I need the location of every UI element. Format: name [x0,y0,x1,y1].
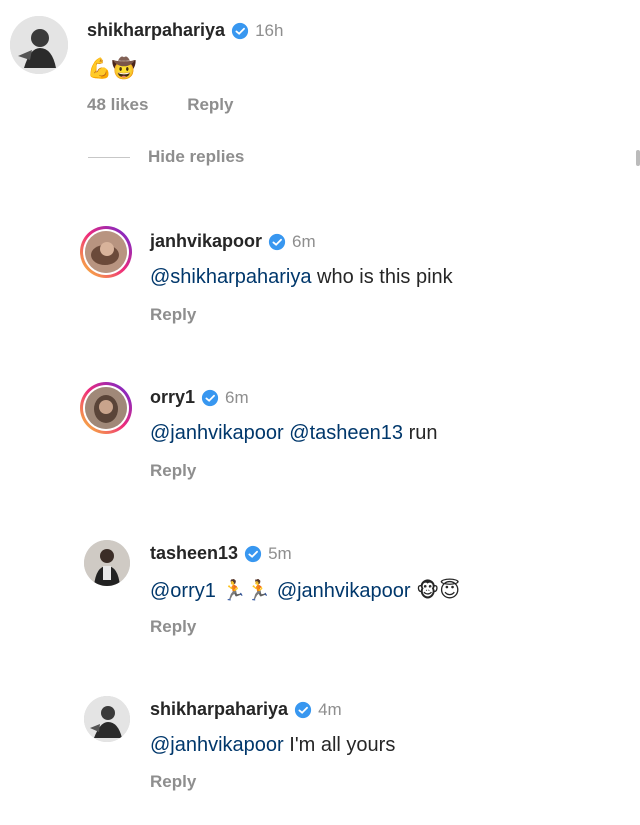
mention-link[interactable]: @janhvikapoor [150,422,284,444]
reply-button[interactable]: Reply [150,461,196,480]
likes-count[interactable]: 48 likes [87,95,148,114]
scroll-indicator [636,150,640,166]
timestamp: 6m [292,231,316,251]
avatar[interactable] [10,16,68,74]
mention-link[interactable]: @orry1 [150,580,216,602]
timestamp: 6m [225,387,249,407]
username[interactable]: janhvikapoor [150,231,262,252]
mention-link[interactable]: @janhvikapoor [277,580,411,602]
comment-body: I'm all yours [283,734,396,756]
reply-button[interactable]: Reply [150,772,196,791]
timestamp: 16h [255,20,284,40]
reply-button[interactable]: Reply [150,617,196,636]
verified-badge-icon [231,22,249,39]
avatar-photo-icon [85,231,127,273]
verified-badge-icon [201,389,219,406]
username[interactable]: tasheen13 [150,543,238,564]
reply-button[interactable]: Reply [150,305,196,324]
story-ring[interactable] [80,382,132,434]
comment-body: who is this pink [311,266,453,288]
verified-badge-icon [244,545,262,562]
hide-replies-button[interactable]: Hide replies [88,147,244,167]
verified-badge-icon [294,701,312,718]
comment-body: run [403,422,438,444]
reply-button[interactable]: Reply [187,95,233,114]
face-emoji: 🐵😇 [416,578,461,602]
avatar-photo-icon [85,387,127,429]
story-ring[interactable] [80,226,132,278]
comment-text: @janhvikapoor @tasheen13 run [150,422,437,445]
comment-text: @shikharpahariya who is this pink [150,266,453,289]
mention-link[interactable]: @tasheen13 [289,422,403,444]
username[interactable]: shikharpahariya [150,699,288,720]
verified-badge-icon [268,233,286,250]
avatar [85,387,127,429]
comment-text: @janhvikapoor I'm all yours [150,734,395,757]
avatar-photo-icon [10,16,68,74]
mention-link[interactable]: @janhvikapoor [150,734,284,756]
avatar-photo-icon [84,540,130,586]
username[interactable]: shikharpahariya [87,20,225,41]
avatar [85,231,127,273]
hide-replies-label: Hide replies [148,147,245,166]
avatar-photo-icon [84,696,130,742]
avatar[interactable] [84,696,130,742]
timestamp: 5m [268,543,292,563]
runner-emoji: 🏃🏃 [221,578,272,602]
username[interactable]: orry1 [150,387,195,408]
comment-text: 💪🤠 [87,56,137,80]
avatar[interactable] [84,540,130,586]
mention-link[interactable]: @shikharpahariya [150,266,312,288]
divider [88,156,130,158]
timestamp: 4m [318,699,342,719]
comment-text: @orry1 🏃🏃 @janhvikapoor 🐵😇 [150,578,460,603]
